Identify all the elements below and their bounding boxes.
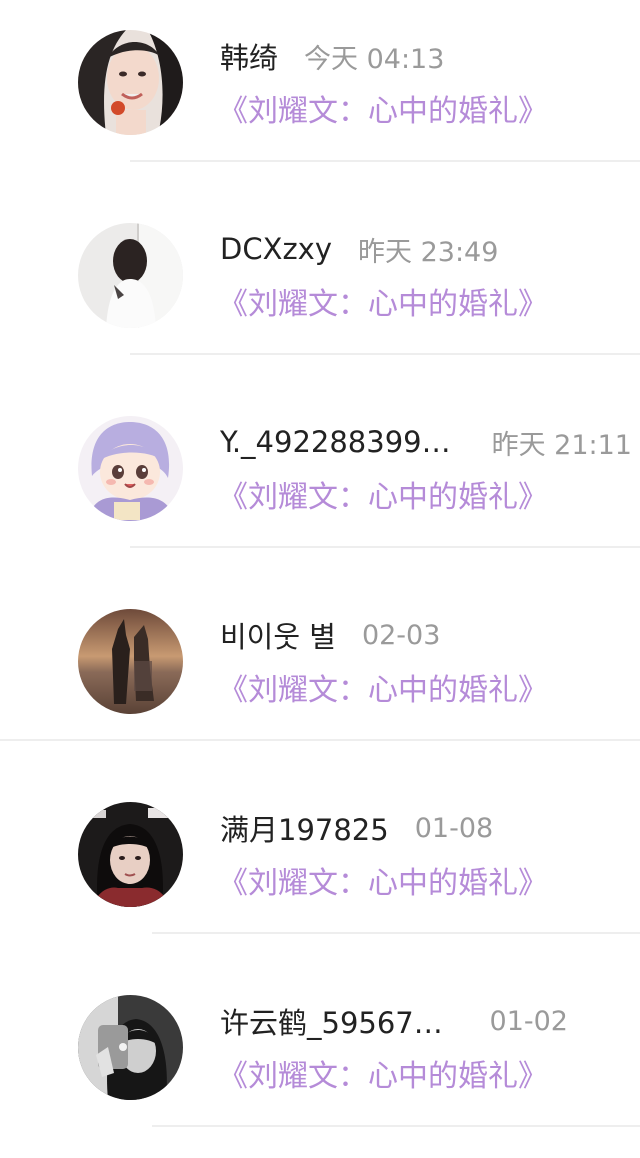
timestamp: 02-03 bbox=[361, 619, 441, 651]
timestamp: 01-08 bbox=[414, 812, 494, 844]
username[interactable]: 满月197825 bbox=[220, 807, 389, 849]
divider bbox=[130, 353, 640, 355]
avatar-girl-portrait-icon bbox=[78, 802, 183, 907]
avatar[interactable] bbox=[78, 30, 183, 135]
list-item[interactable]: 비이웃 별 02-03 《刘耀文：心中的婚礼》 bbox=[0, 579, 640, 772]
avatar[interactable] bbox=[78, 416, 183, 521]
book-title-link[interactable]: 《刘耀文：心中的婚礼》 bbox=[218, 283, 548, 327]
divider bbox=[152, 1125, 640, 1127]
comment-header: DCXzxy 昨天 23:49 bbox=[220, 227, 632, 271]
divider bbox=[130, 160, 640, 162]
avatar[interactable] bbox=[78, 802, 183, 907]
list-item[interactable]: 韩绮 今天 04:13 《刘耀文：心中的婚礼》 bbox=[0, 0, 640, 193]
username[interactable]: 韩绮 bbox=[220, 35, 278, 77]
book-title-link[interactable]: 《刘耀文：心中的婚礼》 bbox=[218, 476, 548, 520]
avatar-girl-smiling-icon bbox=[78, 30, 183, 135]
comment-header: 满月197825 01-08 bbox=[220, 806, 632, 850]
avatar-couple-sunset-icon bbox=[78, 609, 183, 714]
book-title-link[interactable]: 《刘耀文：心中的婚礼》 bbox=[218, 90, 548, 134]
avatar-anime-girl-icon bbox=[78, 416, 183, 521]
book-title-link[interactable]: 《刘耀文：心中的婚礼》 bbox=[218, 862, 548, 906]
divider bbox=[152, 932, 640, 934]
avatar[interactable] bbox=[78, 995, 183, 1100]
comment-header: 비이웃 별 02-03 bbox=[220, 613, 632, 657]
book-title-link[interactable]: 《刘耀文：心中的婚礼》 bbox=[218, 1055, 548, 1099]
username[interactable]: DCXzxy bbox=[220, 232, 332, 266]
comment-list: 韩绮 今天 04:13 《刘耀文：心中的婚礼》 DCXzxy 昨天 23:49 … bbox=[0, 0, 640, 1150]
timestamp: 昨天 21:11 bbox=[491, 429, 632, 461]
avatar[interactable] bbox=[78, 223, 183, 328]
timestamp: 01-02 bbox=[489, 1005, 568, 1037]
timestamp: 昨天 23:49 bbox=[358, 236, 499, 268]
list-item[interactable]: 许云鹤_59567… 01-02 《刘耀文：心中的婚礼》 bbox=[0, 965, 640, 1158]
username[interactable]: 비이웃 별 bbox=[220, 614, 336, 656]
comment-header: Y._492288399… 昨天 21:11 bbox=[220, 420, 632, 464]
list-item[interactable]: DCXzxy 昨天 23:49 《刘耀文：心中的婚礼》 bbox=[0, 193, 640, 386]
avatar-girl-back-icon bbox=[78, 223, 183, 328]
comment-header: 许云鹤_59567… 01-02 bbox=[220, 999, 568, 1043]
timestamp: 今天 04:13 bbox=[304, 43, 445, 75]
divider bbox=[130, 546, 640, 548]
avatar[interactable] bbox=[78, 609, 183, 714]
comment-header: 韩绮 今天 04:13 bbox=[220, 34, 632, 78]
list-item[interactable]: 满月197825 01-08 《刘耀文：心中的婚礼》 bbox=[0, 772, 640, 965]
list-item[interactable]: Y._492288399… 昨天 21:11 《刘耀文：心中的婚礼》 bbox=[0, 386, 640, 579]
username[interactable]: 许云鹤_59567… bbox=[220, 1000, 443, 1042]
book-title-link[interactable]: 《刘耀文：心中的婚礼》 bbox=[218, 669, 548, 713]
divider bbox=[0, 739, 640, 741]
avatar-girl-bw-icon bbox=[78, 995, 183, 1100]
username[interactable]: Y._492288399… bbox=[220, 425, 451, 459]
